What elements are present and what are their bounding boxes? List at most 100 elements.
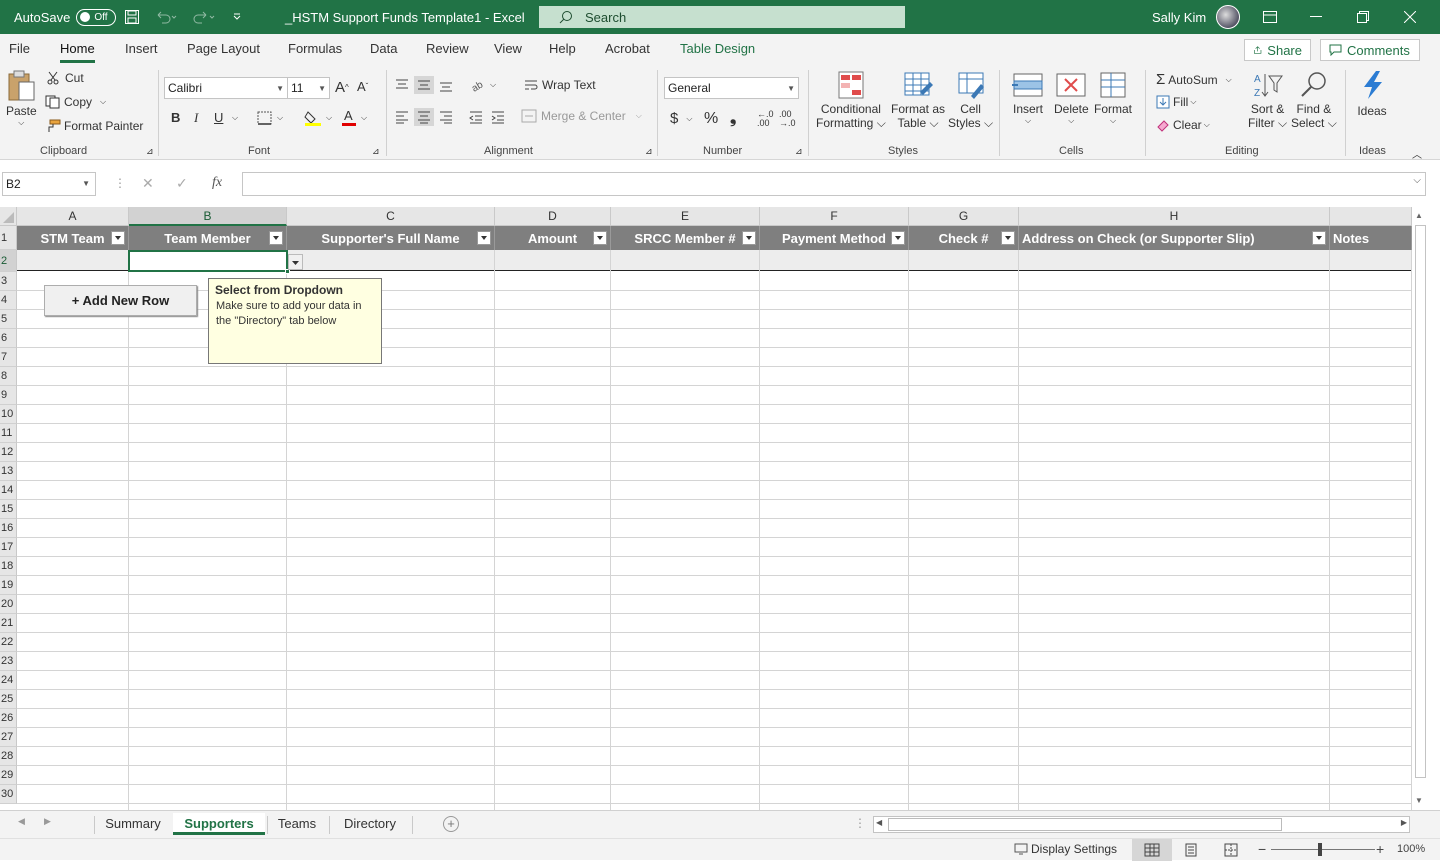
format-painter-button[interactable]: Format Painter xyxy=(45,119,143,133)
autosave-control[interactable]: AutoSave Off xyxy=(14,0,117,34)
row-header[interactable]: 8 xyxy=(0,367,17,386)
align-left-icon[interactable] xyxy=(394,110,410,124)
sort-filter-button[interactable]: AZ Sort & Filter ⌵ xyxy=(1248,70,1287,131)
undo-icon[interactable] xyxy=(154,0,178,34)
tab-data[interactable]: Data xyxy=(370,34,397,64)
formula-input[interactable]: ⌵ xyxy=(242,172,1426,196)
sheet-tab-summary[interactable]: Summary xyxy=(96,813,170,835)
font-color-icon[interactable]: A ⌵ xyxy=(341,109,367,127)
row-header[interactable]: 14 xyxy=(0,481,17,500)
table-header-stm-team[interactable]: STM Team xyxy=(17,226,129,250)
row-header[interactable]: 7 xyxy=(0,348,17,367)
add-sheet-icon[interactable]: + xyxy=(443,816,459,832)
underline-dropdown-icon[interactable]: ⌵ xyxy=(232,113,238,123)
filter-dropdown-icon[interactable] xyxy=(1312,231,1326,245)
clipboard-launcher-icon[interactable]: ⊿ xyxy=(146,146,154,157)
top-align-icon[interactable] xyxy=(394,78,410,92)
filter-dropdown-icon[interactable] xyxy=(1001,231,1015,245)
conditional-formatting-button[interactable]: Conditional Formatting ⌵ xyxy=(816,70,886,131)
row-header[interactable]: 13 xyxy=(0,462,17,481)
column-header-e[interactable]: E xyxy=(611,207,760,226)
number-launcher-icon[interactable]: ⊿ xyxy=(795,146,803,157)
collapse-ribbon-icon[interactable]: ︿ xyxy=(1412,146,1422,161)
cancel-entry-icon[interactable]: ✕ xyxy=(142,175,154,192)
comments-button[interactable]: Comments xyxy=(1320,39,1420,61)
close-icon[interactable] xyxy=(1404,0,1416,34)
bottom-align-icon[interactable] xyxy=(438,78,454,92)
ideas-button[interactable]: Ideas xyxy=(1356,70,1388,118)
column-header-c[interactable]: C xyxy=(287,207,495,226)
paste-button[interactable]: Paste ⌵ xyxy=(6,70,37,128)
filter-dropdown-icon[interactable] xyxy=(891,231,905,245)
zoom-out-icon[interactable]: − xyxy=(1258,841,1266,857)
filter-dropdown-icon[interactable] xyxy=(742,231,756,245)
row-header[interactable]: 12 xyxy=(0,443,17,462)
active-cell-b2[interactable] xyxy=(128,250,288,272)
column-header-d[interactable]: D xyxy=(495,207,611,226)
tab-acrobat[interactable]: Acrobat xyxy=(605,34,650,64)
select-all-corner[interactable] xyxy=(0,207,17,226)
scroll-down-icon[interactable]: ▼ xyxy=(1415,796,1423,805)
column-header-a[interactable]: A xyxy=(17,207,129,226)
format-as-table-button[interactable]: Format as Table ⌵ xyxy=(891,70,945,131)
formula-bar-more-icon[interactable]: ⋮ xyxy=(114,176,126,190)
row-header[interactable]: 2 xyxy=(0,250,17,272)
page-break-view-icon[interactable] xyxy=(1224,843,1238,860)
row-header[interactable]: 26 xyxy=(0,709,17,728)
fill-button[interactable]: Fill ⌵ xyxy=(1156,95,1196,109)
autosum-button[interactable]: Σ AutoSum ⌵ xyxy=(1156,71,1232,88)
row-header[interactable]: 29 xyxy=(0,766,17,785)
table-header-amount[interactable]: Amount xyxy=(495,226,611,250)
cell-dropdown-icon[interactable] xyxy=(288,254,303,270)
filter-dropdown-icon[interactable] xyxy=(269,231,283,245)
name-box[interactable]: B2 ▼ xyxy=(2,172,96,196)
share-button[interactable]: Share xyxy=(1244,39,1311,61)
scroll-left-icon[interactable]: ◀ xyxy=(876,818,882,827)
page-layout-view-icon[interactable] xyxy=(1184,843,1198,860)
row-header[interactable]: 9 xyxy=(0,386,17,405)
column-header-g[interactable]: G xyxy=(909,207,1019,226)
row-header[interactable]: 17 xyxy=(0,538,17,557)
find-select-button[interactable]: Find & Select ⌵ xyxy=(1291,70,1337,131)
tab-file[interactable]: File xyxy=(9,34,30,64)
zoom-slider[interactable] xyxy=(1271,849,1375,850)
sheet-tab-directory[interactable]: Directory xyxy=(330,813,410,835)
delete-cells-button[interactable]: Delete ⌵ xyxy=(1054,70,1089,126)
row-header[interactable]: 16 xyxy=(0,519,17,538)
row-header[interactable]: 4 xyxy=(0,291,17,310)
font-launcher-icon[interactable]: ⊿ xyxy=(372,146,380,157)
customize-qat-icon[interactable] xyxy=(232,0,242,34)
table-header-address[interactable]: Address on Check (or Supporter Slip) xyxy=(1019,226,1330,250)
orientation-icon[interactable]: ab ⌵ xyxy=(470,77,496,93)
zoom-in-icon[interactable]: + xyxy=(1376,841,1384,857)
increase-decimal-icon[interactable]: ←.0.00 xyxy=(757,110,774,128)
zoom-level[interactable]: 100% xyxy=(1397,843,1425,855)
filter-dropdown-icon[interactable] xyxy=(477,231,491,245)
sheet-tab-supporters[interactable]: Supporters xyxy=(173,813,265,835)
number-format-select[interactable]: General ▼ xyxy=(664,77,799,99)
row-header[interactable]: 5 xyxy=(0,310,17,329)
tab-table-design[interactable]: Table Design xyxy=(680,34,755,64)
increase-indent-icon[interactable] xyxy=(490,110,506,124)
decrease-decimal-icon[interactable]: .00 →.0 xyxy=(779,110,796,128)
font-size-select[interactable]: 11 ▼ xyxy=(287,77,330,99)
row-header[interactable]: 1 xyxy=(0,226,17,250)
row-header[interactable]: 10 xyxy=(0,405,17,424)
search-box[interactable]: Search xyxy=(539,6,905,28)
column-header-b[interactable]: B xyxy=(129,207,287,226)
comma-style-icon[interactable]: ❟ xyxy=(730,110,736,128)
filter-dropdown-icon[interactable] xyxy=(111,231,125,245)
redo-icon[interactable] xyxy=(192,0,216,34)
row-header[interactable]: 21 xyxy=(0,614,17,633)
row-header[interactable]: 18 xyxy=(0,557,17,576)
insert-function-icon[interactable]: fx xyxy=(212,175,222,191)
scroll-right-icon[interactable]: ▶ xyxy=(1401,818,1407,827)
row-header[interactable]: 19 xyxy=(0,576,17,595)
tab-help[interactable]: Help xyxy=(549,34,576,64)
tab-view[interactable]: View xyxy=(494,34,522,64)
wrap-text-button[interactable]: Wrap Text xyxy=(523,78,596,92)
italic-button[interactable]: I xyxy=(194,110,198,126)
table-header-check-number[interactable]: Check # xyxy=(909,226,1019,250)
row-header[interactable]: 22 xyxy=(0,633,17,652)
column-header-f[interactable]: F xyxy=(760,207,909,226)
